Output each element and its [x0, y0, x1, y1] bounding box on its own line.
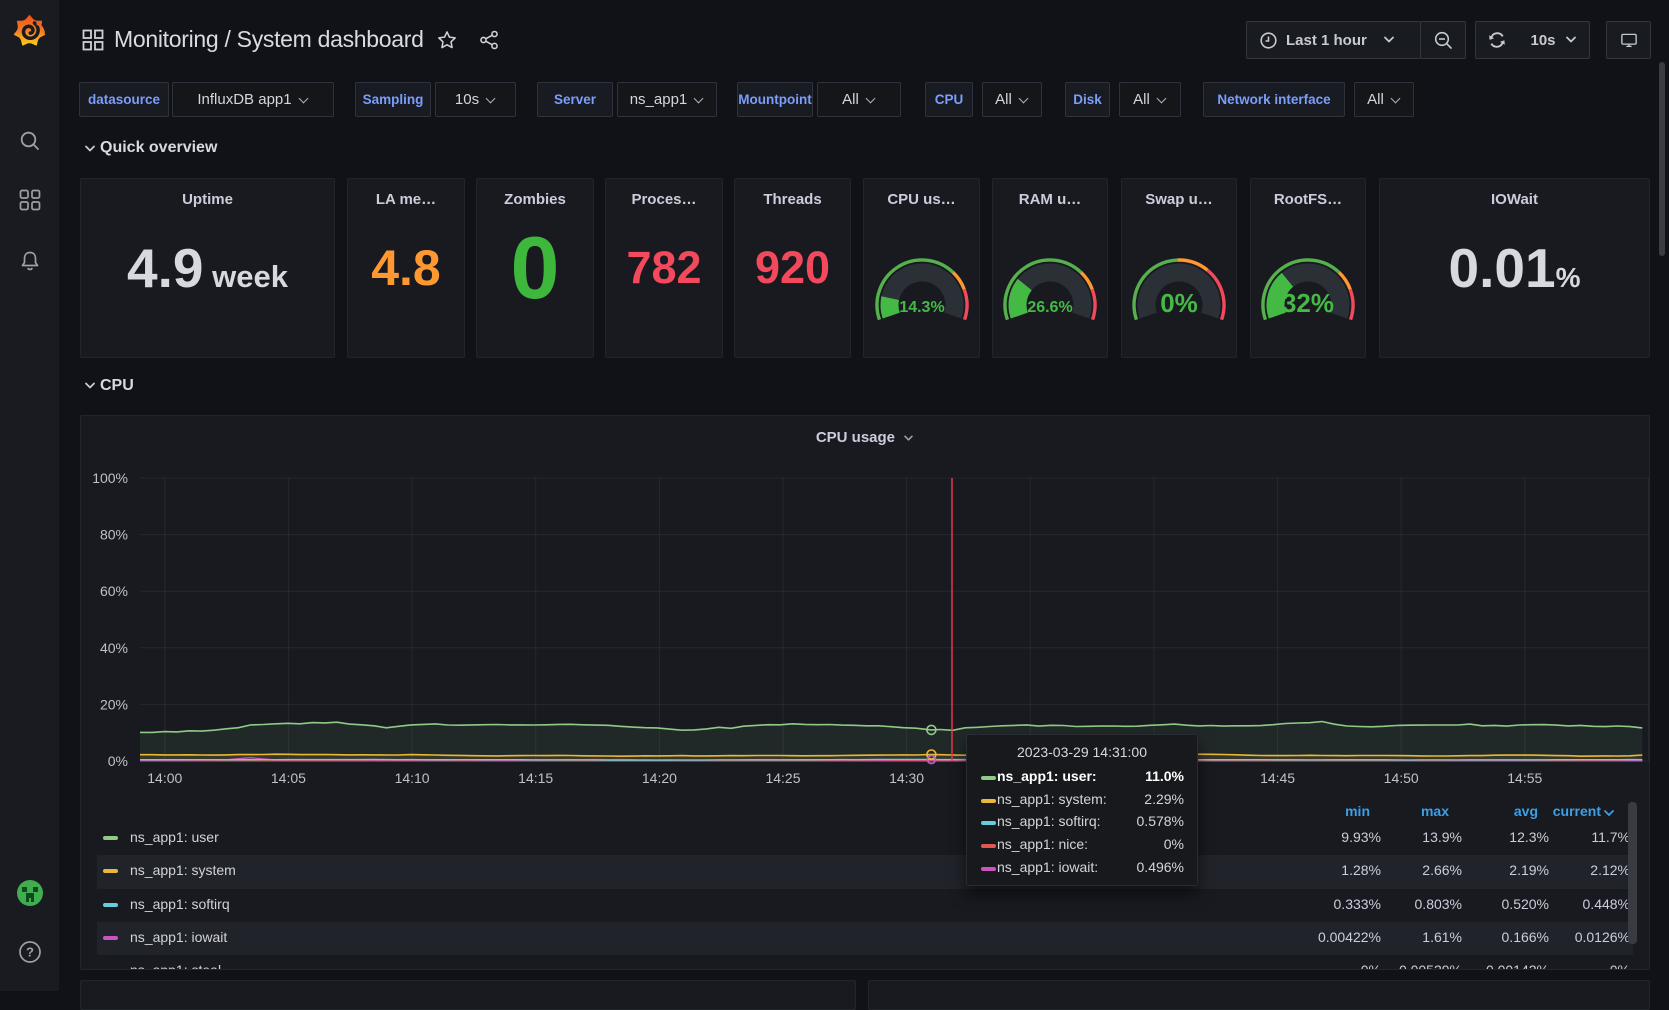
svg-text:14:10: 14:10 — [395, 770, 430, 786]
svg-text:14:30: 14:30 — [889, 770, 924, 786]
svg-text:14:00: 14:00 — [147, 770, 182, 786]
svg-text:0%: 0% — [1160, 288, 1198, 318]
svg-text:26.6%: 26.6% — [1027, 299, 1072, 316]
svg-text:14:50: 14:50 — [1384, 770, 1419, 786]
svg-text:80%: 80% — [100, 527, 128, 543]
svg-text:14:05: 14:05 — [271, 770, 306, 786]
svg-text:?: ? — [26, 945, 34, 960]
svg-text:32%: 32% — [1282, 288, 1334, 318]
svg-text:100%: 100% — [92, 470, 128, 486]
svg-text:14:25: 14:25 — [765, 770, 800, 786]
svg-text:20%: 20% — [100, 696, 128, 712]
svg-text:60%: 60% — [100, 583, 128, 599]
svg-text:14.3%: 14.3% — [899, 299, 944, 316]
svg-text:14:15: 14:15 — [518, 770, 553, 786]
svg-text:14:55: 14:55 — [1507, 770, 1542, 786]
svg-text:40%: 40% — [100, 640, 128, 656]
svg-text:14:20: 14:20 — [642, 770, 677, 786]
svg-text:14:45: 14:45 — [1260, 770, 1295, 786]
svg-text:0%: 0% — [108, 753, 128, 769]
